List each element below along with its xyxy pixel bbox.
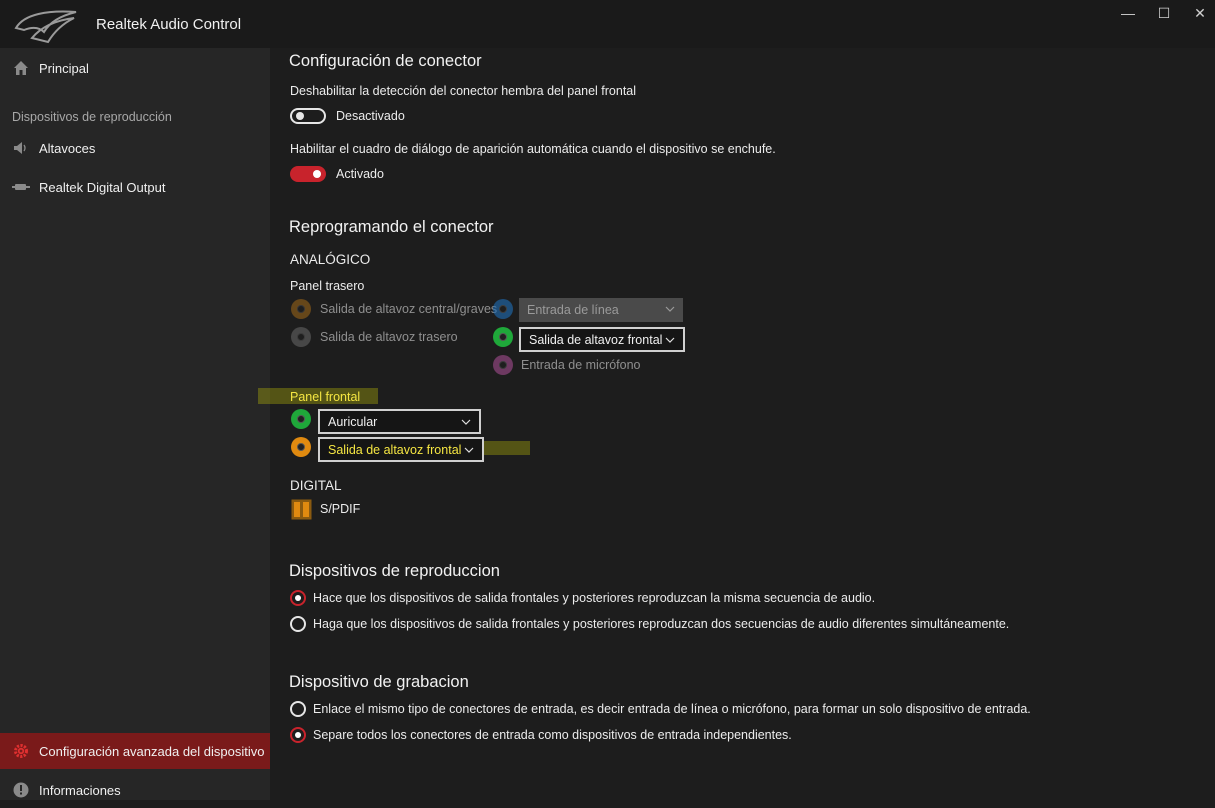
jack-orange-icon	[291, 299, 311, 319]
section-title-connector-config: Configuración de conector	[289, 52, 482, 70]
close-button[interactable]: ✕	[1172, 0, 1215, 26]
sidebar-item-label: Configuración avanzada del dispositivo	[39, 743, 265, 759]
speaker-icon	[12, 139, 30, 157]
rear-jack-label: Salida de altavoz trasero	[320, 330, 458, 344]
recording-link-inputs-radio[interactable]	[290, 701, 306, 717]
sidebar-section-label: Dispositivos de reproducción	[12, 110, 172, 124]
rear-panel-label: Panel trasero	[290, 279, 365, 293]
chevron-down-icon	[464, 447, 474, 453]
sidebar-item-advanced-settings[interactable]: Configuración avanzada del dispositivo	[0, 733, 270, 769]
recording-option-label: Enlace el mismo tipo de conectores de en…	[313, 702, 1031, 716]
jack-gray-icon	[291, 327, 311, 347]
app-title: Realtek Audio Control	[96, 16, 242, 33]
sidebar-item-info[interactable]: Informaciones	[0, 772, 270, 808]
dropdown-value: Salida de altavoz frontal	[328, 442, 462, 457]
section-title-recording: Dispositivo de grabacion	[289, 673, 469, 691]
toggle-knob	[296, 112, 304, 120]
front-detection-state: Desactivado	[336, 109, 405, 123]
spdif-label: S/PDIF	[320, 502, 361, 516]
auto-popup-state: Activado	[336, 167, 384, 181]
rog-logo-icon	[14, 10, 77, 44]
spdif-icon	[291, 499, 312, 520]
playback-same-stream-radio[interactable]	[290, 590, 306, 606]
rear-jack-label: Salida de altavoz central/graves	[320, 302, 498, 316]
auto-popup-label: Habilitar el cuadro de diálogo de aparic…	[290, 142, 776, 156]
jack-green-icon	[493, 327, 513, 347]
title-bar: Realtek Audio Control — ☐ ✕	[0, 0, 1215, 48]
sidebar-item-label: Principal	[39, 60, 89, 76]
info-icon	[12, 781, 30, 799]
rear-blue-jack-dropdown[interactable]: Entrada de línea	[519, 298, 683, 322]
chevron-down-icon	[665, 306, 675, 312]
front-detection-label: Deshabilitar la detección del conector h…	[290, 84, 637, 98]
sidebar-item-label: Realtek Digital Output	[39, 179, 166, 195]
chevron-down-icon	[461, 419, 471, 425]
sidebar-item-digital-output[interactable]: Realtek Digital Output	[0, 169, 270, 205]
rear-jack-label: Entrada de micrófono	[521, 358, 641, 372]
sidebar-item-principal[interactable]: Principal	[0, 50, 270, 86]
sidebar: Principal Dispositivos de reproducción A…	[0, 48, 270, 800]
sidebar-item-label: Informaciones	[39, 782, 121, 798]
toggle-knob	[313, 170, 321, 178]
auto-popup-toggle[interactable]	[290, 166, 326, 182]
home-icon	[12, 59, 30, 77]
playback-option-label: Haga que los dispositivos de salida fron…	[313, 617, 1010, 631]
jack-pink-icon	[493, 355, 513, 375]
rear-green-jack-dropdown[interactable]: Salida de altavoz frontal	[519, 327, 685, 352]
chevron-down-icon	[665, 337, 675, 343]
section-title-retasking: Reprogramando el conector	[289, 218, 494, 236]
main-content: Configuración de conector Deshabilitar l…	[258, 48, 1215, 800]
jack-orange-icon	[291, 437, 311, 457]
dropdown-value: Salida de altavoz frontal	[529, 332, 663, 347]
section-title-playback: Dispositivos de reproduccion	[289, 562, 500, 580]
front-orange-jack-dropdown[interactable]: Salida de altavoz frontal	[318, 437, 484, 462]
front-green-jack-dropdown[interactable]: Auricular	[318, 409, 481, 434]
analog-label: ANALÓGICO	[290, 252, 371, 267]
jack-blue-icon	[493, 299, 513, 319]
digital-output-icon	[12, 178, 30, 196]
dropdown-value: Entrada de línea	[527, 303, 619, 317]
jack-green-icon	[291, 409, 311, 429]
front-detection-toggle[interactable]	[290, 108, 326, 124]
playback-option-label: Hace que los dispositivos de salida fron…	[313, 591, 876, 605]
sidebar-item-altavoces[interactable]: Altavoces	[0, 130, 270, 166]
sidebar-item-label: Altavoces	[39, 140, 96, 156]
gear-icon	[12, 742, 30, 760]
recording-option-label: Separe todos los conectores de entrada c…	[313, 728, 792, 742]
digital-label: DIGITAL	[290, 478, 342, 493]
front-panel-label: Panel frontal	[290, 390, 361, 404]
playback-two-streams-radio[interactable]	[290, 616, 306, 632]
recording-separate-inputs-radio[interactable]	[290, 727, 306, 743]
dropdown-value: Auricular	[328, 414, 378, 429]
